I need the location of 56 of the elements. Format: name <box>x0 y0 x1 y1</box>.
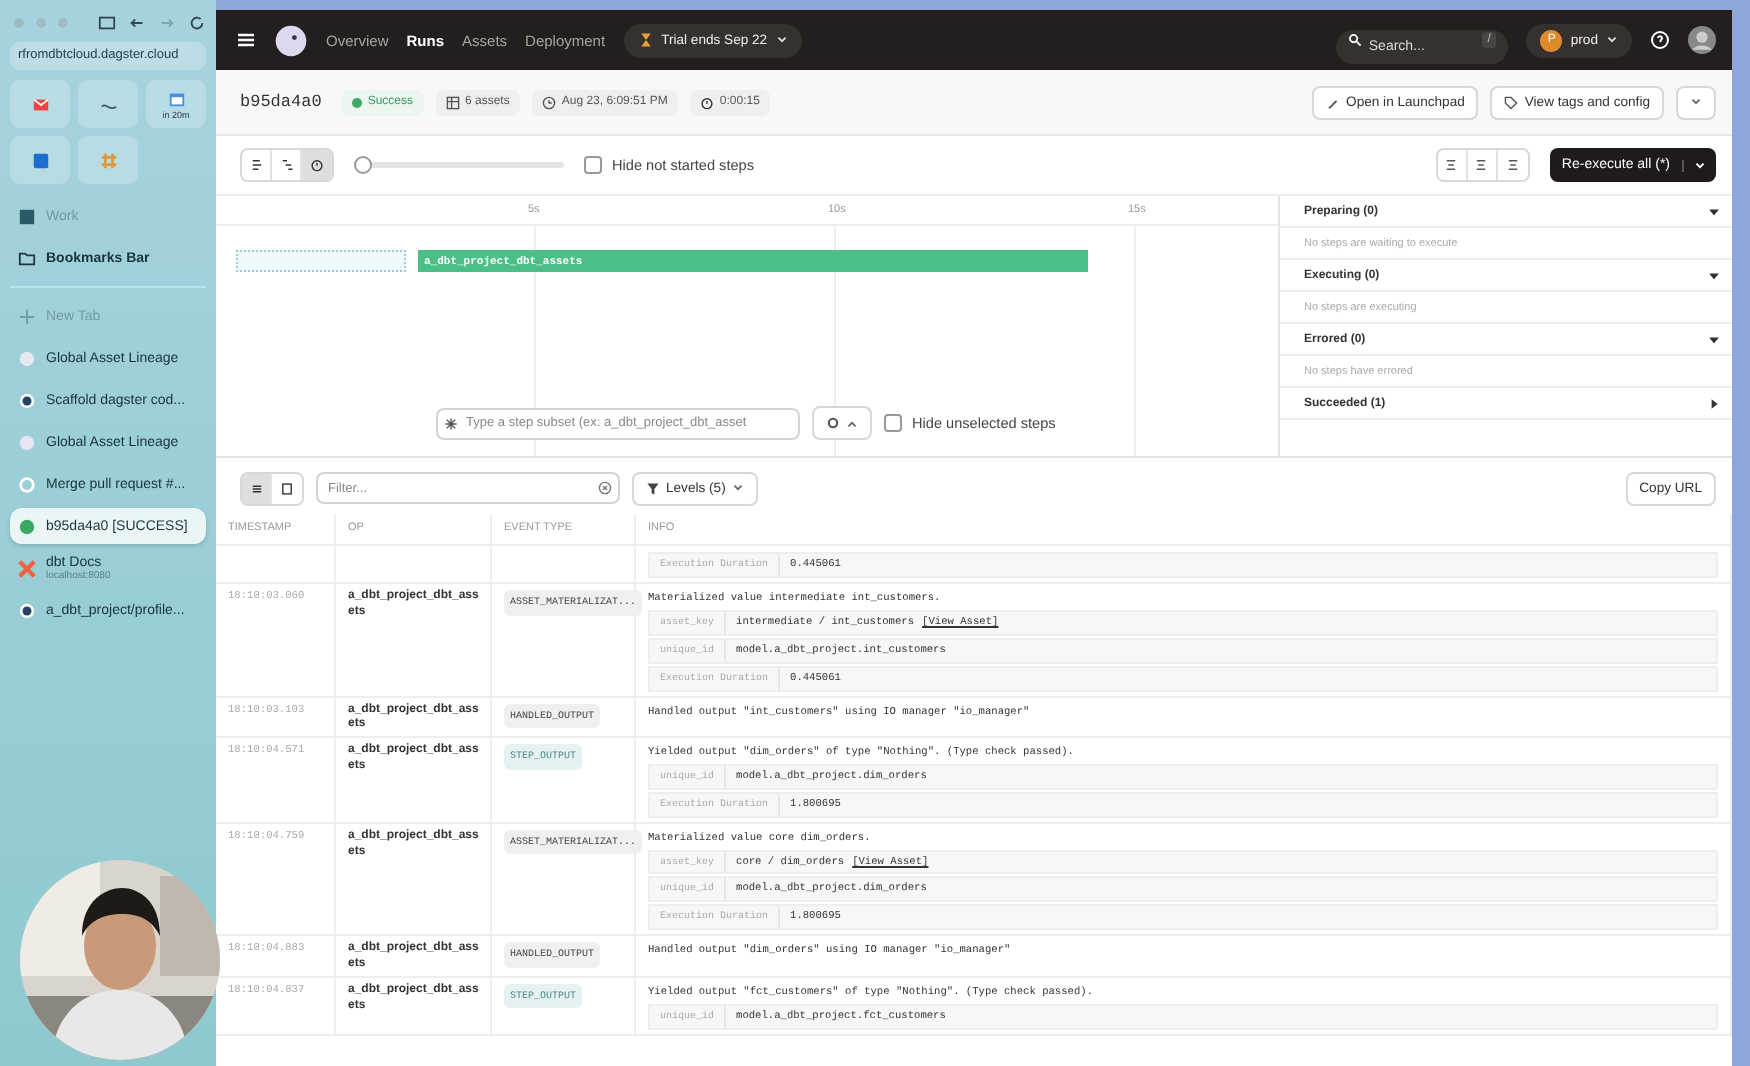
caret-right-icon <box>1708 397 1720 409</box>
user-avatar-icon <box>1688 26 1716 54</box>
sidebar-icon <box>98 13 116 31</box>
tag-icon <box>1504 95 1519 109</box>
align-icon <box>1474 158 1489 172</box>
back-icon <box>128 13 146 31</box>
view-mode-button[interactable] <box>302 150 332 180</box>
caret-down-icon <box>731 482 744 494</box>
caret-down-icon <box>1694 159 1706 171</box>
caret-down-icon <box>1690 96 1702 108</box>
pinned-tab[interactable] <box>10 80 70 128</box>
align-icon <box>1505 158 1520 172</box>
align-icon <box>1444 158 1459 172</box>
run-id: b95da4a0 <box>240 92 322 112</box>
status-icon <box>351 97 362 107</box>
ring-icon <box>18 475 36 493</box>
clear-icon <box>598 481 612 495</box>
caret-down-icon <box>775 34 788 46</box>
folder-icon <box>18 249 36 267</box>
caret-down-icon <box>1708 205 1720 217</box>
document-icon <box>280 481 294 495</box>
caret-down-icon <box>1606 34 1618 46</box>
options-button[interactable] <box>812 406 872 440</box>
pinned-tab[interactable] <box>10 136 70 184</box>
logo-icon <box>18 433 36 451</box>
hourglass-icon <box>637 32 654 48</box>
caret-down-icon <box>1708 333 1720 345</box>
list-icon <box>249 158 263 172</box>
search-icon <box>1348 33 1363 47</box>
log-view-button[interactable] <box>242 473 272 503</box>
tree-icon <box>279 158 293 172</box>
view-mode-button[interactable] <box>242 150 272 180</box>
plus-icon <box>18 307 36 325</box>
pencil-icon <box>1326 95 1341 109</box>
help-icon <box>1650 30 1670 50</box>
caret-up-icon <box>846 417 858 429</box>
calendar-icon <box>167 89 185 107</box>
status-icon <box>18 517 36 535</box>
logo-icon <box>274 23 308 57</box>
table-icon <box>445 95 459 109</box>
expand-button[interactable] <box>1437 150 1468 180</box>
sparkle-icon <box>444 416 458 430</box>
logo-icon <box>18 349 36 367</box>
reload-icon <box>188 13 206 31</box>
forward-icon <box>158 13 176 31</box>
menu-icon <box>236 30 256 50</box>
timer-icon <box>699 95 714 109</box>
cross-icon <box>18 559 36 577</box>
zoom-slider-thumb[interactable] <box>354 156 372 174</box>
caret-down-icon <box>1708 269 1720 281</box>
terminal-icon <box>18 207 36 225</box>
hash-icon <box>99 151 117 169</box>
clock-icon <box>541 95 556 109</box>
timer-icon <box>310 158 324 172</box>
filter-icon <box>646 481 660 495</box>
list-icon <box>249 481 263 495</box>
